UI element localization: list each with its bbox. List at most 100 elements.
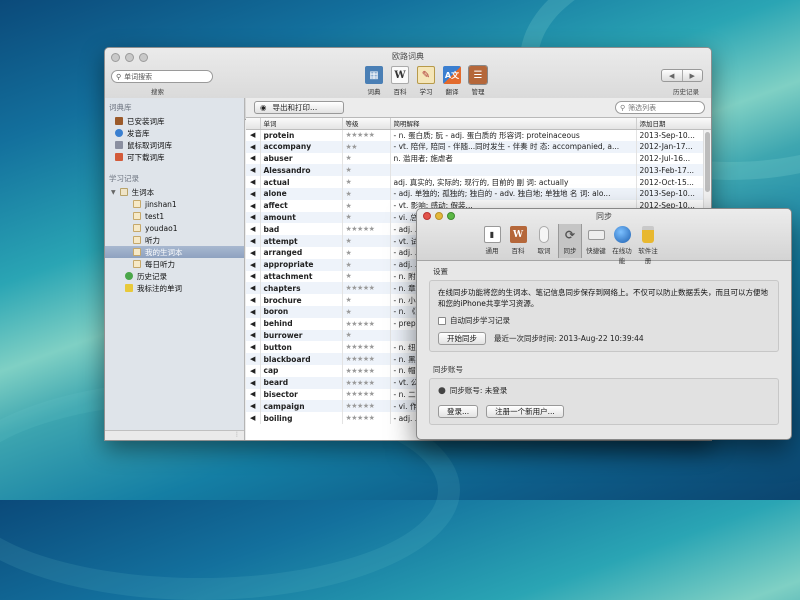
table-row[interactable]: ◀ actual ★ adj. 真实的, 实际的; 现行的, 目前的 副 词: act… bbox=[246, 176, 711, 188]
sidebar-item-label: 听力 bbox=[145, 235, 160, 245]
column-definition[interactable]: 简明解释 bbox=[390, 118, 637, 130]
export-print-button[interactable]: ◉ 导出和打印... bbox=[254, 101, 344, 114]
list-toolbar: ◉ 导出和打印... ⚲ 筛选列表 bbox=[246, 98, 711, 118]
history-caption: 历史记录 bbox=[673, 88, 699, 96]
speaker-icon[interactable]: ◀ bbox=[246, 140, 261, 153]
table-row[interactable]: ◀ accompany ★★ - vt. 陪伴, 陪同 - 伴随...同时发生 - 伴… bbox=[246, 140, 711, 153]
definition-cell: - vt. 陪伴, 陪同 - 伴随...同时发生 - 伴奏 时 态: accom… bbox=[390, 140, 637, 153]
date-cell: 2013-Sep-10... bbox=[636, 187, 711, 200]
level-stars: ★★★★★ bbox=[342, 341, 391, 354]
speaker-icon[interactable]: ◀ bbox=[246, 164, 261, 177]
speaker-icon[interactable]: ◀ bbox=[246, 376, 261, 389]
level-stars: ★ bbox=[342, 164, 391, 177]
login-button[interactable]: 登录... bbox=[438, 405, 479, 418]
speaker-icon[interactable]: ◀ bbox=[246, 353, 261, 365]
tab-study[interactable]: ✎ 学习 bbox=[415, 66, 437, 96]
register-button[interactable]: 注册一个新用户... bbox=[486, 405, 564, 418]
speaker-icon[interactable]: ◀ bbox=[246, 317, 261, 330]
sidebar-item-installed[interactable]: 已安装词库 bbox=[105, 115, 244, 127]
tab-translate[interactable]: A文 翻译 bbox=[441, 66, 463, 96]
sidebar-item-label: 发音库 bbox=[127, 128, 150, 138]
speaker-icon[interactable]: ◀ bbox=[246, 211, 261, 224]
tab-sync[interactable]: ⟳ 同步 bbox=[558, 224, 582, 258]
tab-general[interactable]: ▮ 通用 bbox=[480, 226, 504, 265]
filter-input[interactable]: ⚲ 筛选列表 bbox=[615, 101, 705, 114]
start-sync-button[interactable]: 开始同步 bbox=[438, 332, 486, 345]
column-date[interactable]: 添加日期 bbox=[636, 118, 711, 130]
sidebar-item-history[interactable]: 历史记录 bbox=[105, 270, 244, 282]
sidebar-item-downloadable[interactable]: 可下载词库 bbox=[105, 151, 244, 163]
date-cell: 2013-Sep-10... bbox=[636, 129, 711, 141]
speaker-icon[interactable]: ◀ bbox=[246, 129, 261, 141]
history-forward-button[interactable]: ▶ bbox=[683, 70, 703, 81]
tab-manage[interactable]: ☰ 管理 bbox=[467, 65, 489, 96]
table-row[interactable]: ◀ abuser ★ n. 滥用者; 施虐者 2012-Jul-16... bbox=[246, 152, 711, 165]
speaker-icon[interactable]: ◀ bbox=[246, 294, 261, 306]
column-level[interactable]: 等级 bbox=[342, 118, 391, 130]
tab-label: 软件注册 bbox=[638, 247, 658, 265]
translate-icon: A文 bbox=[443, 66, 461, 84]
notebook-icon bbox=[133, 236, 141, 244]
speaker-icon[interactable]: ◀ bbox=[246, 329, 261, 342]
sidebar-item-pronunciation[interactable]: 发音库 bbox=[105, 127, 244, 139]
tab-lookup[interactable]: 取词 bbox=[532, 226, 556, 265]
speaker-icon[interactable]: ◀ bbox=[246, 400, 261, 413]
tab-wiki[interactable]: W 百科 bbox=[506, 226, 530, 265]
manage-icon: ☰ bbox=[468, 65, 488, 85]
sidebar-item-my-vocab[interactable]: 我的生词本 bbox=[105, 246, 244, 258]
speaker-icon[interactable]: ◀ bbox=[246, 388, 261, 401]
speaker-icon[interactable]: ◀ bbox=[246, 223, 261, 236]
tab-online[interactable]: 在线功能 bbox=[610, 226, 634, 265]
sync-description: 在线同步功能将您的生词本、笔记信息同步保存到网络上。不仅可以防止数据丢失，而且可… bbox=[438, 288, 768, 308]
speaker-icon[interactable]: ◀ bbox=[246, 199, 261, 212]
tab-shortcuts[interactable]: 快捷键 bbox=[584, 226, 608, 265]
tab-label: 通用 bbox=[485, 247, 499, 255]
column-word[interactable]: 单词 bbox=[260, 118, 343, 130]
sidebar-resize-handle[interactable]: ⋮ bbox=[105, 430, 244, 440]
sidebar-item-daily-listening[interactable]: 每日听力 bbox=[105, 258, 244, 270]
sync-icon: ⟳ bbox=[564, 227, 576, 242]
scroll-thumb[interactable] bbox=[705, 132, 710, 192]
table-row[interactable]: ◀ alone ★ - adj. 单独的; 孤独的; 独自的 - adv. 独自地; … bbox=[246, 187, 711, 200]
sidebar-item-vocab[interactable]: ▼ 生词本 bbox=[105, 186, 244, 198]
tab-register[interactable]: 软件注册 bbox=[636, 226, 660, 265]
tag-icon bbox=[125, 284, 133, 292]
word-cell: appropriate bbox=[260, 258, 343, 271]
tab-dictionary[interactable]: ▦ 词典 bbox=[363, 66, 385, 96]
sidebar-item-mouse-lookup[interactable]: 鼠标取词词库 bbox=[105, 139, 244, 151]
account-status: 同步账号: 未登录 bbox=[449, 386, 508, 395]
speaker-icon[interactable]: ◀ bbox=[246, 187, 261, 200]
table-row[interactable]: ◀ protein ★★★★★ - n. 蛋白质; 朊 - adj. 蛋白质的 形容词… bbox=[246, 129, 711, 141]
speaker-icon[interactable]: ◀ bbox=[246, 176, 261, 188]
speaker-icon[interactable]: ◀ bbox=[246, 258, 261, 271]
sidebar-item-youdao1[interactable]: youdao1 bbox=[105, 222, 244, 234]
speaker-icon[interactable]: ◀ bbox=[246, 152, 261, 165]
speaker-icon[interactable]: ◀ bbox=[246, 270, 261, 283]
speaker-icon[interactable]: ◀ bbox=[246, 341, 261, 354]
sidebar-item-jinshan1[interactable]: jinshan1 bbox=[105, 198, 244, 210]
speaker-icon[interactable]: ◀ bbox=[246, 364, 261, 377]
speaker-icon[interactable]: ◀ bbox=[246, 305, 261, 318]
table-row[interactable]: ◀ Alessandro ★ 2013-Feb-17... bbox=[246, 164, 711, 177]
sidebar-item-listening[interactable]: 听力 bbox=[105, 234, 244, 246]
sidebar-item-marked[interactable]: 我标注的单词 bbox=[105, 282, 244, 294]
word-cell: behind bbox=[260, 317, 343, 330]
history-back-button[interactable]: ◀ bbox=[662, 70, 683, 81]
speaker-icon[interactable]: ◀ bbox=[246, 412, 261, 424]
level-stars: ★ bbox=[342, 270, 391, 283]
word-search-input[interactable]: ⚲ 单词搜索 bbox=[111, 70, 213, 83]
checkbox-box bbox=[438, 316, 446, 325]
last-sync-time: 最近一次同步时间: 2013-Aug-22 10:39:44 bbox=[494, 334, 644, 343]
auto-sync-checkbox[interactable]: 自动同步学习记录 bbox=[438, 315, 770, 326]
speaker-icon[interactable]: ◀ bbox=[246, 246, 261, 259]
tab-wikipedia[interactable]: W 百科 bbox=[389, 66, 411, 96]
speaker-icon[interactable]: ◀ bbox=[246, 282, 261, 295]
sidebar-item-test1[interactable]: test1 bbox=[105, 210, 244, 222]
wikipedia-icon: W bbox=[391, 66, 409, 84]
definition-cell: adj. 真实的, 实际的; 现行的, 目前的 副 词: actually bbox=[390, 176, 637, 188]
speaker-icon[interactable]: ◀ bbox=[246, 235, 261, 247]
tab-label: 学习 bbox=[419, 88, 433, 96]
sidebar-item-label: 历史记录 bbox=[137, 271, 167, 281]
word-cell: protein bbox=[260, 129, 343, 141]
column-speaker[interactable] bbox=[246, 118, 261, 130]
